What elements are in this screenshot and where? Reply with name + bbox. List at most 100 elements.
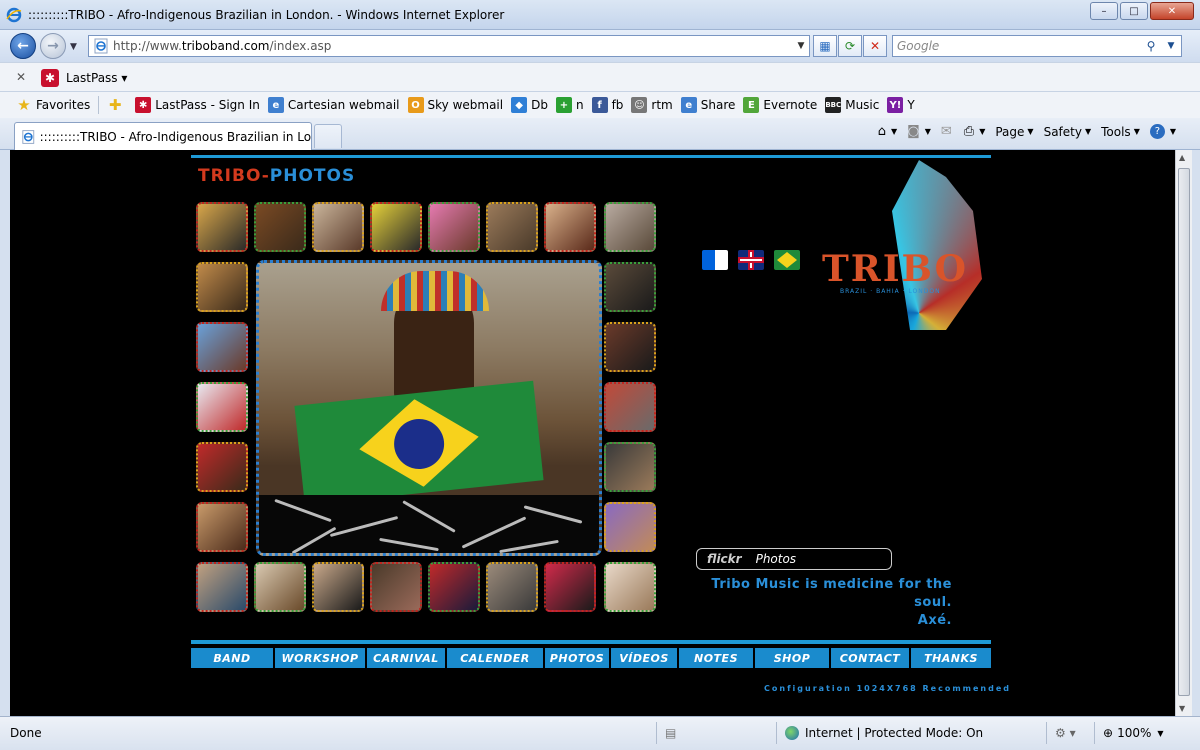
favorite-evernote[interactable]: E Evernote <box>743 97 817 113</box>
photo-thumbnail[interactable] <box>196 262 248 312</box>
vertical-scrollbar[interactable]: ▲ ▼ <box>1175 150 1192 716</box>
protected-mode-cell[interactable]: ⚙ ▾ <box>1046 722 1094 744</box>
photo-thumbnail[interactable] <box>604 562 656 612</box>
address-dropdown-icon[interactable]: ▼ <box>793 41 809 51</box>
menu-carnival[interactable]: CARNIVAL <box>367 648 447 668</box>
favorite-bbc-music[interactable]: BBC Music <box>825 97 879 113</box>
search-box[interactable]: Google ⚲ ▼ <box>892 35 1182 57</box>
flickr-logo: flickr <box>707 552 742 566</box>
security-zone[interactable]: Internet | Protected Mode: On <box>776 722 1046 744</box>
photo-thumbnail[interactable] <box>254 202 306 252</box>
menu-thanks[interactable]: THANKS <box>911 648 991 668</box>
photo-thumbnail[interactable] <box>312 562 364 612</box>
photo-thumbnail[interactable] <box>428 562 480 612</box>
feeds-button[interactable]: ◙ ▼ <box>907 124 931 139</box>
stop-button[interactable]: ✕ <box>863 35 887 57</box>
tab-tribo[interactable]: ::::::::::TRIBO - Afro-Indigenous Brazil… <box>14 122 312 150</box>
favorite-lastpass[interactable]: ✱ LastPass - Sign In <box>135 97 260 113</box>
photo-thumbnail[interactable] <box>604 322 656 372</box>
safety-menu[interactable]: Safety ▼ <box>1044 125 1092 139</box>
arrow-left-icon: ← <box>17 38 29 54</box>
menu-workshop[interactable]: WORKSHOP <box>275 648 367 668</box>
new-tab-button[interactable] <box>314 124 342 148</box>
photo-thumbnail[interactable] <box>196 382 248 432</box>
favorite-sky[interactable]: O Sky webmail <box>407 97 503 113</box>
home-button[interactable]: ⌂ ▼ <box>878 124 897 139</box>
forward-button[interactable]: → <box>40 33 66 59</box>
favorite-yahoo[interactable]: Y! Y <box>887 97 915 113</box>
photo-thumbnail[interactable] <box>196 322 248 372</box>
favorite-n[interactable]: + n <box>555 97 584 113</box>
search-icon[interactable]: ⚲ <box>1141 39 1161 53</box>
menu-contact[interactable]: CONTACT <box>831 648 911 668</box>
scrollbar-thumb[interactable] <box>1178 168 1190 696</box>
lastpass-icon[interactable]: ✱ <box>41 69 59 87</box>
zoom-control[interactable]: ⊕ 100% ▼ <box>1094 722 1194 744</box>
photo-thumbnail[interactable] <box>604 442 656 492</box>
photo-thumbnail[interactable] <box>604 262 656 312</box>
print-button[interactable]: ⎙ ▼ <box>964 124 986 139</box>
favorite-share[interactable]: e Share <box>680 97 735 113</box>
favorite-cartesian[interactable]: e Cartesian webmail <box>267 97 400 113</box>
featured-photo[interactable] <box>256 260 602 556</box>
search-input[interactable]: Google <box>893 39 1141 53</box>
menu-band[interactable]: BAND <box>191 648 275 668</box>
scroll-up-icon[interactable]: ▲ <box>1179 153 1185 162</box>
window-frame-right <box>1192 150 1200 716</box>
menu-calender[interactable]: CALENDER <box>447 648 545 668</box>
favorite-dropbox[interactable]: ◆ Db <box>511 97 548 113</box>
photo-thumbnail[interactable] <box>604 382 656 432</box>
bbc-icon: BBC <box>825 97 842 113</box>
photo-thumbnail[interactable] <box>604 202 656 252</box>
back-button[interactable]: ← <box>10 33 36 59</box>
photo-thumbnail[interactable] <box>254 562 306 612</box>
photo-thumbnail[interactable] <box>196 562 248 612</box>
refresh-button[interactable]: ⟳ <box>838 35 862 57</box>
brazil-flag-icon[interactable] <box>774 250 800 270</box>
maximize-button[interactable]: □ <box>1120 2 1148 20</box>
compatibility-view-button[interactable]: ▦ <box>813 35 837 57</box>
photo-thumbnail[interactable] <box>370 202 422 252</box>
close-button[interactable]: ✕ <box>1150 2 1194 20</box>
tab-title: ::::::::::TRIBO - Afro-Indigenous Brazil… <box>39 129 311 144</box>
internet-globe-icon <box>785 726 799 740</box>
add-to-favorites-button[interactable]: ✚ <box>107 96 127 114</box>
photo-thumbnail[interactable] <box>544 562 596 612</box>
photo-thumbnail[interactable] <box>370 562 422 612</box>
photo-thumbnail[interactable] <box>196 442 248 492</box>
tab-bar: ::::::::::TRIBO - Afro-Indigenous Brazil… <box>0 118 1200 150</box>
photo-thumbnail[interactable] <box>312 202 364 252</box>
read-mail-button[interactable]: ✉ <box>941 124 954 139</box>
flickr-photos-link[interactable]: flickr Photos <box>696 548 892 570</box>
page-menu[interactable]: Page ▼ <box>995 125 1033 139</box>
scroll-down-icon[interactable]: ▼ <box>1179 704 1185 713</box>
photo-thumbnail[interactable] <box>486 202 538 252</box>
search-options-icon[interactable]: ▼ <box>1161 41 1181 51</box>
photo-thumbnail[interactable] <box>428 202 480 252</box>
menu-videos[interactable]: VÍDEOS <box>611 648 679 668</box>
menu-shop[interactable]: SHOP <box>755 648 831 668</box>
photo-thumbnail[interactable] <box>486 562 538 612</box>
uk-flag-icon[interactable] <box>738 250 764 270</box>
menu-photos[interactable]: PHOTOS <box>545 648 611 668</box>
tools-menu[interactable]: Tools ▼ <box>1101 125 1140 139</box>
favorites-button[interactable]: ★ Favorites <box>16 96 90 114</box>
flickr-flag-icon[interactable] <box>702 250 728 270</box>
configuration-note: Configuration 1024X768 Recommended <box>764 684 1012 693</box>
bottom-divider <box>191 640 991 644</box>
photo-thumbnail[interactable] <box>604 502 656 552</box>
photo-thumbnail[interactable] <box>544 202 596 252</box>
recent-pages-dropdown[interactable]: ▼ <box>70 42 77 52</box>
favorite-rtm[interactable]: ☺ rtm <box>631 97 673 113</box>
photo-thumbnail[interactable] <box>196 202 248 252</box>
address-bar[interactable]: http://www.triboband.com/index.asp ▼ <box>88 35 810 57</box>
menu-notes[interactable]: NOTES <box>679 648 755 668</box>
minimize-button[interactable]: – <box>1090 2 1118 20</box>
close-toolbar-icon[interactable]: ✕ <box>16 70 26 84</box>
help-button[interactable]: ? ▼ <box>1149 124 1176 139</box>
address-url[interactable]: http://www.triboband.com/index.asp <box>113 39 793 53</box>
lastpass-menu[interactable]: LastPass ▾ <box>66 71 127 85</box>
photo-thumbnail[interactable] <box>196 502 248 552</box>
ie-page-icon: e <box>680 97 697 113</box>
favorite-fb[interactable]: f fb <box>591 97 623 113</box>
